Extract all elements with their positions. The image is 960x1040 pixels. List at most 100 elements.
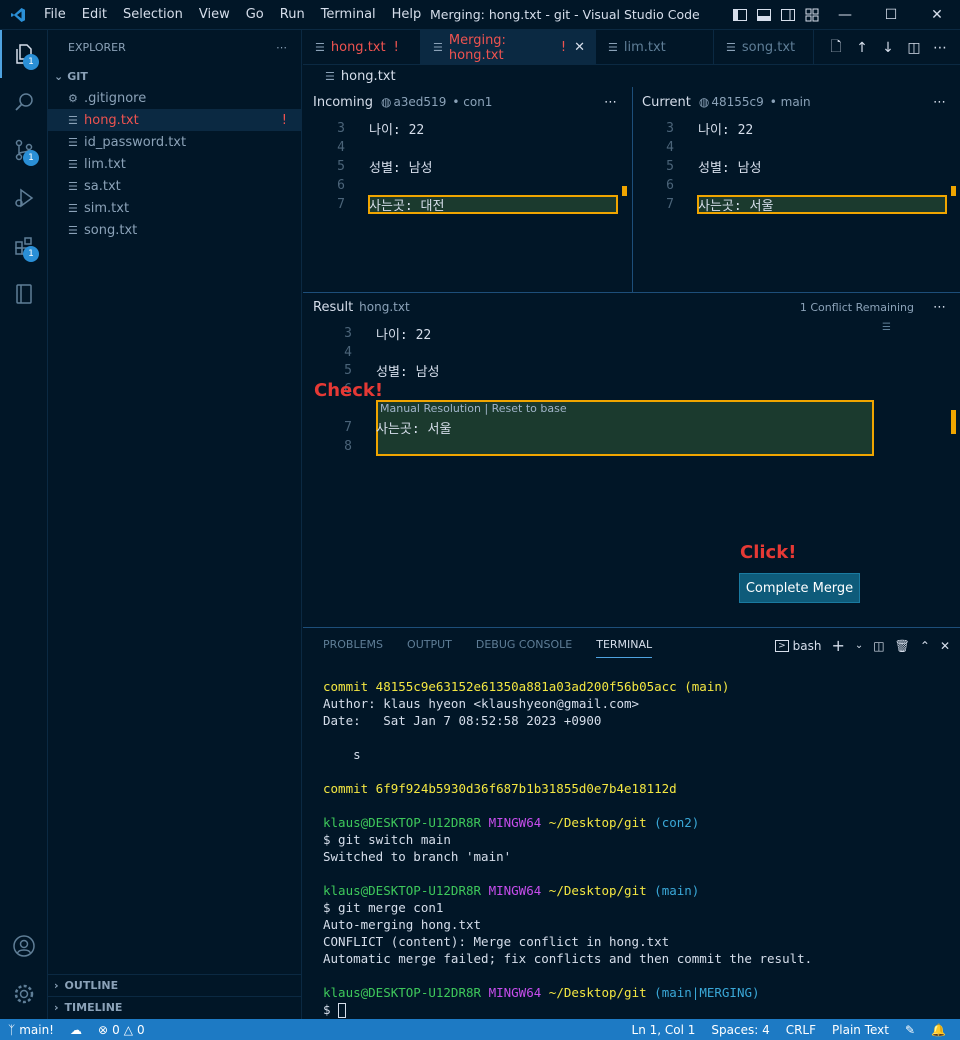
bottom-panel: PROBLEMS OUTPUT DEBUG CONSOLE TERMINAL >… bbox=[303, 627, 960, 1019]
warning-count: 0 bbox=[136, 1022, 145, 1037]
toggle-primary-sidebar-icon[interactable] bbox=[732, 7, 748, 23]
open-file-icon[interactable]: 🗋 bbox=[826, 38, 846, 58]
arrow-down-icon[interactable]: ↓ bbox=[878, 38, 898, 58]
split-terminal-icon[interactable]: ◫ bbox=[873, 639, 884, 653]
accounts-icon[interactable] bbox=[0, 922, 48, 970]
file-label: song.txt bbox=[84, 222, 138, 238]
chevron-down-icon[interactable]: ⌄ bbox=[855, 640, 863, 651]
manage-gear-icon[interactable] bbox=[0, 970, 48, 1018]
maximize-icon[interactable]: ☐ bbox=[868, 0, 914, 30]
tab-lim[interactable]: ☰ lim.txt bbox=[596, 30, 714, 65]
text-file-icon: ☰ bbox=[68, 135, 78, 149]
pane-divider[interactable] bbox=[632, 87, 633, 293]
cloud-upload-icon: ☁ bbox=[70, 1022, 82, 1037]
result-label: Result bbox=[313, 299, 354, 315]
menu-edit[interactable]: Edit bbox=[74, 0, 115, 30]
tab-terminal[interactable]: TERMINAL bbox=[596, 638, 653, 658]
tab-debug-console[interactable]: DEBUG CONSOLE bbox=[476, 638, 572, 658]
line-ending[interactable]: CRLF bbox=[778, 1023, 824, 1037]
text-file-icon: ☰ bbox=[68, 201, 78, 215]
incoming-label: Incoming bbox=[313, 94, 373, 110]
sync-status[interactable]: ☁ bbox=[62, 1023, 90, 1037]
menu-help[interactable]: Help bbox=[384, 0, 430, 30]
current-more-icon[interactable]: ⋯ bbox=[933, 95, 946, 110]
file-hong[interactable]: ☰ hong.txt ! bbox=[48, 109, 301, 131]
click-annotation: Click! bbox=[740, 542, 797, 563]
source-control-icon[interactable]: 1 bbox=[0, 126, 48, 174]
run-debug-icon[interactable] bbox=[0, 174, 48, 222]
chevron-up-icon[interactable]: ⌃ bbox=[920, 639, 930, 653]
terminal-output[interactable]: commit 48155c9e63152e61350a881a03ad200f5… bbox=[323, 678, 953, 1018]
explorer-icon[interactable]: 1 bbox=[0, 30, 48, 78]
close-panel-icon[interactable]: ✕ bbox=[940, 639, 950, 653]
code-line: 5 성별: 남성 bbox=[666, 159, 762, 176]
notifications-bell-icon[interactable]: 🔔 bbox=[923, 1023, 954, 1037]
language-mode[interactable]: Plain Text bbox=[824, 1023, 897, 1037]
menu-file[interactable]: File bbox=[36, 0, 74, 30]
feedback-icon[interactable]: ✎ bbox=[897, 1023, 923, 1037]
tab-label: Merging: hong.txt bbox=[448, 32, 506, 63]
text-file-icon: ☰ bbox=[68, 113, 78, 127]
file-id-password[interactable]: ☰ id_password.txt bbox=[48, 131, 301, 153]
more-actions-icon[interactable]: ⋯ bbox=[930, 38, 950, 58]
outline-label: OUTLINE bbox=[64, 979, 119, 992]
complete-merge-button[interactable]: Complete Merge bbox=[739, 573, 860, 603]
toggle-panel-icon[interactable] bbox=[756, 7, 772, 23]
file-sim[interactable]: ☰ sim.txt bbox=[48, 197, 301, 219]
incoming-hash: a3ed519 bbox=[393, 95, 447, 109]
tab-merging-hong[interactable]: ☰ Merging: hong.txt ! ✕ bbox=[421, 30, 596, 65]
gear-file-icon: ⚙ bbox=[68, 91, 78, 105]
toggle-secondary-sidebar-icon[interactable] bbox=[780, 7, 796, 23]
menu-run[interactable]: Run bbox=[272, 0, 313, 30]
indentation[interactable]: Spaces: 4 bbox=[703, 1023, 777, 1037]
notebook-icon[interactable] bbox=[0, 270, 48, 318]
incoming-header: Incoming ◍ a3ed519 • con1 ⋯ bbox=[313, 88, 631, 116]
branch-status[interactable]: ᛉ main! bbox=[0, 1023, 62, 1037]
explorer-badge: 1 bbox=[23, 54, 39, 70]
terminal-line: s bbox=[323, 747, 361, 762]
file-sa[interactable]: ☰ sa.txt bbox=[48, 175, 301, 197]
new-terminal-icon[interactable]: + bbox=[832, 636, 845, 655]
conflicts-remaining[interactable]: 1 Conflict Remaining bbox=[800, 301, 914, 314]
tab-label: hong.txt bbox=[330, 40, 386, 55]
terminal-line: Switched to branch 'main' bbox=[323, 849, 512, 864]
file-gitignore[interactable]: ⚙ .gitignore bbox=[48, 87, 301, 109]
customize-layout-icon[interactable] bbox=[804, 7, 820, 23]
code-line: 6 bbox=[666, 178, 674, 193]
tab-hong[interactable]: ☰ hong.txt ! bbox=[303, 30, 421, 65]
folder-git[interactable]: ⌄ GIT bbox=[48, 65, 301, 87]
minimize-icon[interactable]: — bbox=[822, 0, 868, 30]
file-lim[interactable]: ☰ lim.txt bbox=[48, 153, 301, 175]
error-icon: ⊗ bbox=[98, 1022, 109, 1037]
breadcrumb-file[interactable]: hong.txt bbox=[341, 69, 396, 84]
file-song[interactable]: ☰ song.txt bbox=[48, 219, 301, 241]
cursor-position[interactable]: Ln 1, Col 1 bbox=[624, 1023, 704, 1037]
file-label: hong.txt bbox=[84, 112, 139, 128]
close-icon[interactable]: ✕ bbox=[574, 40, 585, 55]
timeline-section[interactable]: › TIMELINE bbox=[48, 996, 302, 1018]
codelens-actions[interactable]: Manual Resolution | Reset to base bbox=[380, 402, 567, 415]
extensions-icon[interactable]: 1 bbox=[0, 222, 48, 270]
outline-section[interactable]: › OUTLINE bbox=[48, 974, 302, 996]
terminal-prompt[interactable]: $ bbox=[323, 1001, 953, 1018]
search-icon[interactable] bbox=[0, 78, 48, 126]
menu-view[interactable]: View bbox=[191, 0, 238, 30]
close-window-icon[interactable]: ✕ bbox=[914, 0, 960, 30]
explorer-more-icon[interactable]: ⋯ bbox=[276, 41, 287, 54]
tab-output[interactable]: OUTPUT bbox=[407, 638, 452, 658]
code-line: 3 나이: 22 bbox=[666, 121, 754, 138]
menu-selection[interactable]: Selection bbox=[115, 0, 191, 30]
arrow-up-icon[interactable]: ↑ bbox=[852, 38, 872, 58]
tab-problems[interactable]: PROBLEMS bbox=[323, 638, 383, 658]
split-editor-icon[interactable]: ◫ bbox=[904, 38, 924, 58]
trash-icon[interactable]: 🗑 bbox=[895, 639, 910, 653]
menu-go[interactable]: Go bbox=[238, 0, 272, 30]
problems-status[interactable]: ⊗ 0 △ 0 bbox=[90, 1023, 153, 1037]
tab-song[interactable]: ☰ song.txt bbox=[714, 30, 814, 65]
incoming-more-icon[interactable]: ⋯ bbox=[604, 95, 617, 110]
result-more-icon[interactable]: ⋯ bbox=[933, 300, 946, 315]
terminal-shell-selector[interactable]: > bash bbox=[775, 639, 822, 653]
menu-terminal[interactable]: Terminal bbox=[313, 0, 384, 30]
text-file-icon: ☰ bbox=[68, 223, 78, 237]
